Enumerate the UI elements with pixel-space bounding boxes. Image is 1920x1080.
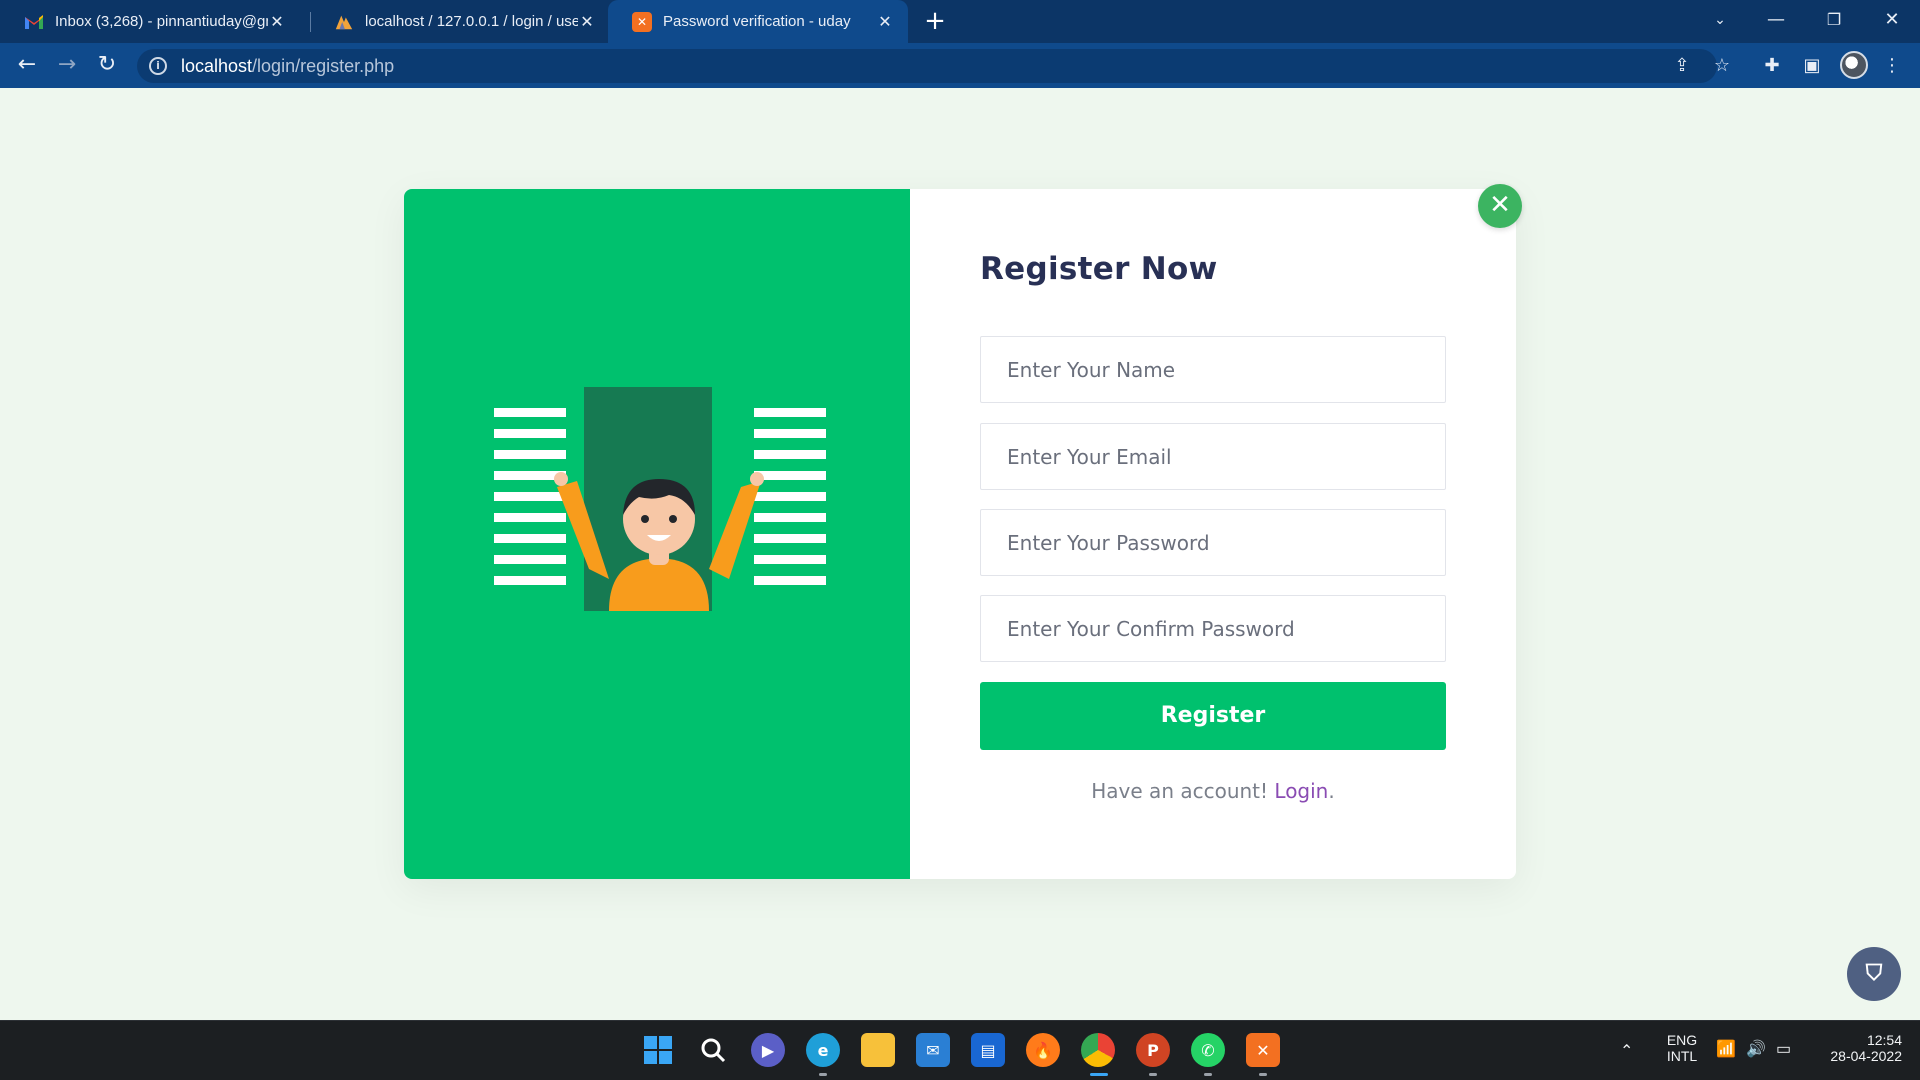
- form-title: Register Now: [980, 251, 1218, 287]
- tab-phpmyadmin[interactable]: localhost / 127.0.0.1 / login / user ✕: [310, 0, 610, 43]
- prompt-period: .: [1328, 779, 1335, 803]
- register-card: Register Now Register Have an account! L…: [404, 184, 1522, 879]
- tab-password-verification[interactable]: ✕ Password verification - uday ✕: [608, 0, 908, 43]
- security-shield-icon[interactable]: ⛉: [1847, 947, 1901, 1001]
- tab-title: Password verification - uday: [663, 13, 851, 30]
- site-info-icon[interactable]: i: [149, 57, 167, 75]
- windows-start-icon[interactable]: [641, 1033, 675, 1067]
- close-tab-icon[interactable]: ✕: [578, 12, 596, 31]
- wifi-icon[interactable]: 📶: [1716, 1039, 1736, 1059]
- file-explorer-icon[interactable]: [861, 1033, 895, 1067]
- firefox-icon[interactable]: 🔥: [1026, 1033, 1060, 1067]
- register-button[interactable]: Register: [980, 682, 1446, 750]
- language-indicator[interactable]: ENG INTL: [1660, 1032, 1704, 1064]
- login-link[interactable]: Login: [1274, 779, 1328, 803]
- clock[interactable]: 12:54 28-04-2022: [1812, 1032, 1902, 1064]
- running-indicator: [1259, 1073, 1267, 1076]
- xampp-icon: ✕: [632, 11, 652, 32]
- tab-gmail[interactable]: Inbox (3,268) - pinnantiuday@gm ✕: [0, 0, 300, 43]
- confirm-password-input[interactable]: [980, 595, 1446, 662]
- chrome-icon[interactable]: [1081, 1033, 1115, 1067]
- address-bar[interactable]: i localhost/login/register.php: [137, 49, 1717, 83]
- tray-overflow-chevron-icon[interactable]: ⌃: [1620, 1041, 1633, 1061]
- clock-time: 12:54: [1866, 1032, 1902, 1048]
- whatsapp-icon[interactable]: ✆: [1191, 1033, 1225, 1067]
- xampp-icon[interactable]: ✕: [1246, 1033, 1280, 1067]
- password-input[interactable]: [980, 509, 1446, 576]
- volume-icon[interactable]: 🔊: [1746, 1039, 1766, 1059]
- running-indicator: [1204, 1073, 1212, 1076]
- back-arrow-icon[interactable]: ←: [11, 49, 43, 81]
- email-input[interactable]: [980, 423, 1446, 490]
- search-icon[interactable]: [696, 1033, 730, 1067]
- url-path: /login/register.php: [252, 55, 395, 76]
- window-person-illustration: [494, 387, 826, 611]
- tab-search-chevron-icon[interactable]: ⌄: [1692, 0, 1748, 40]
- close-tab-icon[interactable]: ✕: [268, 12, 286, 31]
- url-host: localhost: [181, 55, 253, 76]
- share-icon[interactable]: ⇪: [1669, 53, 1695, 79]
- tab-title: Inbox (3,268) - pinnantiuday@gm: [55, 13, 268, 30]
- keyboard-layout: INTL: [1666, 1048, 1698, 1064]
- forward-arrow-icon[interactable]: →: [51, 49, 83, 81]
- browser-toolbar: ← → ↻ i localhost/login/register.php ⇪ ☆…: [0, 43, 1920, 88]
- minimize-button[interactable]: —: [1748, 0, 1804, 40]
- teams-chat-icon[interactable]: ▶: [751, 1033, 785, 1067]
- side-panel-icon[interactable]: ▣: [1799, 53, 1825, 79]
- mail-icon[interactable]: ✉: [916, 1033, 950, 1067]
- bookmark-star-icon[interactable]: ☆: [1709, 53, 1735, 79]
- edge-browser-icon[interactable]: e: [806, 1033, 840, 1067]
- tab-strip: Inbox (3,268) - pinnantiuday@gm ✕ localh…: [0, 0, 1920, 43]
- restore-button[interactable]: ❐: [1806, 0, 1862, 40]
- active-indicator: [1090, 1073, 1108, 1076]
- profile-avatar[interactable]: [1840, 51, 1868, 79]
- close-window-button[interactable]: ✕: [1864, 0, 1920, 40]
- form-panel: Register Now Register Have an account! L…: [910, 189, 1516, 879]
- windows-taskbar: ▶ e ✉ ▤ 🔥 P ✆ ✕ ⌃ ENG INTL 📶 🔊 ▭ 12:54 2…: [0, 1020, 1920, 1080]
- tab-title: localhost / 127.0.0.1 / login / user: [365, 13, 578, 30]
- phpmyadmin-icon: [334, 12, 354, 32]
- clock-date: 28-04-2022: [1830, 1048, 1902, 1064]
- new-tab-button[interactable]: +: [920, 6, 950, 36]
- illustration-panel: [404, 189, 910, 879]
- gmail-icon: [24, 12, 44, 32]
- running-indicator: [819, 1073, 827, 1076]
- page-content: Register Now Register Have an account! L…: [0, 88, 1920, 1020]
- extensions-puzzle-icon[interactable]: ✚: [1759, 53, 1785, 79]
- name-input[interactable]: [980, 336, 1446, 403]
- word-icon[interactable]: ▤: [971, 1033, 1005, 1067]
- battery-icon[interactable]: ▭: [1776, 1039, 1791, 1059]
- login-prompt: Have an account! Login.: [980, 779, 1446, 803]
- language-code: ENG: [1666, 1032, 1698, 1048]
- menu-kebab-icon[interactable]: ⋮: [1879, 53, 1905, 79]
- powerpoint-icon[interactable]: P: [1136, 1033, 1170, 1067]
- reload-icon[interactable]: ↻: [91, 49, 123, 81]
- running-indicator: [1149, 1073, 1157, 1076]
- close-tab-icon[interactable]: ✕: [876, 12, 894, 31]
- have-account-text: Have an account!: [1091, 779, 1269, 803]
- close-modal-button[interactable]: ✕: [1478, 184, 1522, 228]
